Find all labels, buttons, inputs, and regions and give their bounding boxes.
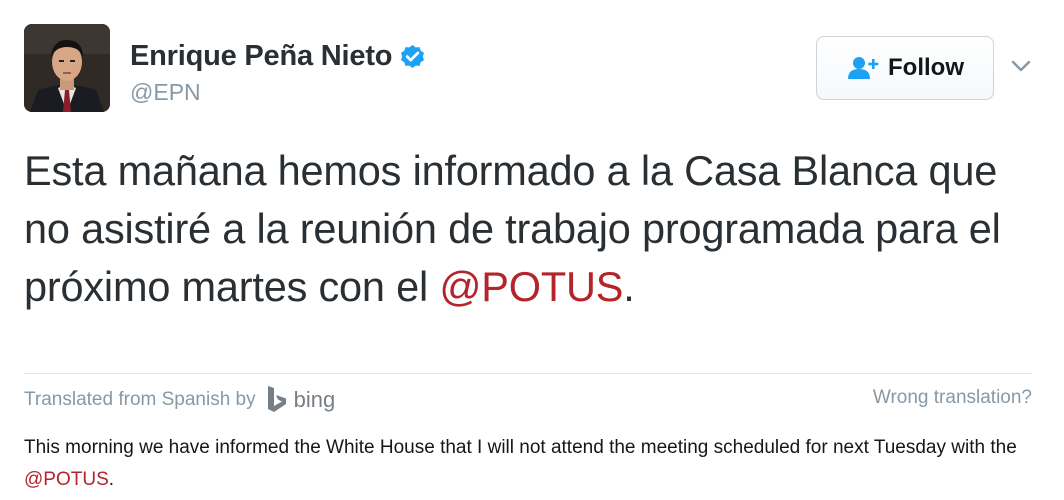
bing-icon (267, 386, 286, 412)
tweet-text-end: . (623, 263, 635, 310)
tweet-text: Esta mañana hemos informado a la Casa Bl… (24, 142, 1044, 316)
bing-logo[interactable]: bing (266, 385, 336, 415)
avatar[interactable] (24, 24, 110, 112)
user-handle[interactable]: @EPN (130, 79, 201, 106)
divider (24, 373, 1032, 374)
display-name[interactable]: Enrique Peña Nieto (130, 40, 392, 73)
translated-text-end: . (108, 469, 115, 490)
mention-link[interactable]: @POTUS (439, 263, 623, 310)
translated-text-body: This morning we have informed the White … (24, 437, 1017, 458)
follow-label: Follow (888, 54, 964, 81)
avatar-photo (24, 24, 110, 112)
translated-from-label: Translated from Spanish by (24, 389, 256, 410)
verified-badge-icon (401, 45, 425, 68)
wrong-translation-link[interactable]: Wrong translation? (873, 387, 1032, 409)
translated-mention-link[interactable]: @POTUS (24, 469, 109, 490)
name-row: Enrique Peña Nieto (130, 40, 427, 73)
follow-button[interactable]: Follow (816, 36, 994, 100)
add-user-icon (848, 57, 879, 79)
translated-text: This morning we have informed the White … (24, 432, 1034, 496)
translation-attribution: Translated from Spanish by bing (24, 385, 335, 415)
bing-label: bing (293, 387, 336, 412)
chevron-down-icon[interactable] (1008, 56, 1034, 76)
